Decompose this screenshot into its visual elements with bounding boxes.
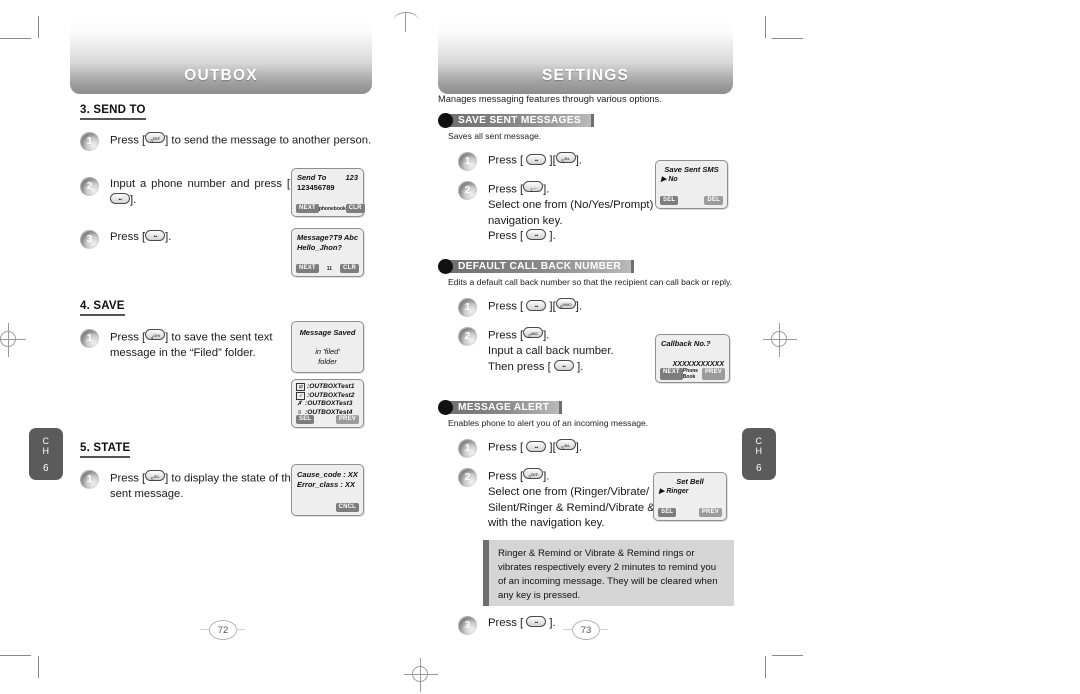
section-title: SAVE SENT MESSAGES bbox=[446, 114, 594, 127]
bullet-dot-icon bbox=[438, 400, 453, 415]
step-bullet: 1 bbox=[458, 439, 477, 458]
key-ok-icon: ·· bbox=[526, 299, 547, 311]
step-dcbn-2: 2 Press [2ABC]. Input a call back number… bbox=[458, 327, 683, 375]
section-description: Edits a default call back number so that… bbox=[448, 277, 733, 287]
step-dcbn-1: 1 Press [ ·· ][6MNO]. bbox=[458, 298, 738, 317]
chapter-tab-right-number: 6 bbox=[756, 463, 762, 474]
key-5-jkl-icon: 5JKL bbox=[555, 439, 576, 451]
section-header-save-sent-messages: SAVE SENT MESSAGES bbox=[438, 113, 738, 128]
right-page: C H 6 SETTINGS Manages messaging feature… bbox=[0, 0, 1080, 694]
key-ok-icon: ·· bbox=[526, 229, 547, 241]
softkey-del[interactable]: DEL bbox=[704, 196, 723, 205]
section-header-default-call-back-number: DEFAULT CALL BACK NUMBER bbox=[438, 259, 738, 274]
lcd-setbell-title: Set Bell bbox=[676, 477, 704, 486]
manual-page-spread: C H 6 OUTBOX 3. SEND TO 1 Press [3DEF] t… bbox=[0, 0, 1080, 694]
section-description: Saves all sent message. bbox=[448, 131, 542, 141]
key-ok-icon: ·· bbox=[553, 359, 574, 371]
section-description: Enables phone to alert you of an incomin… bbox=[448, 418, 649, 428]
softkey-prev[interactable]: PREV bbox=[698, 508, 722, 517]
lcd-sss-selected: ▶ No bbox=[661, 176, 678, 183]
softkey-prev[interactable]: PREV bbox=[701, 368, 725, 380]
bullet-dot-icon bbox=[438, 113, 453, 128]
lcd-save-sent-sms-screen: Save Sent SMS ▶ No SEL DEL bbox=[655, 160, 728, 209]
step-bullet: 1 bbox=[458, 152, 477, 171]
step-ma-3: 3 Press [ ·· ]. bbox=[458, 616, 556, 635]
key-ok-icon: ·· bbox=[526, 440, 547, 452]
softkey-sel[interactable]: SEL bbox=[658, 508, 677, 517]
key-3-def-icon: 3DEF bbox=[523, 468, 544, 480]
page-number-right: 73 bbox=[572, 620, 600, 640]
step-bullet: 2 bbox=[458, 327, 477, 347]
settings-banner: SETTINGS bbox=[438, 18, 733, 94]
key-1-icon: 1— bbox=[523, 181, 544, 193]
bullet-dot-icon bbox=[438, 259, 453, 274]
step-ma-1: 1 Press [ ·· ][5JKL]. bbox=[458, 439, 738, 458]
page-number-wing-left bbox=[563, 629, 572, 630]
chapter-tab-right-line2: H bbox=[755, 445, 763, 456]
step-bullet: 2 bbox=[458, 468, 477, 488]
section-title: DEFAULT CALL BACK NUMBER bbox=[446, 260, 635, 273]
note-box: Ringer & Remind or Vibrate & Remind ring… bbox=[483, 540, 734, 606]
softkey-next[interactable]: NEXT bbox=[660, 368, 683, 380]
lcd-callback-title: Callback No.? bbox=[661, 339, 711, 348]
lcd-sss-title: Save Sent SMS bbox=[664, 165, 719, 174]
key-2-abc-icon: 2ABC bbox=[523, 327, 544, 339]
softkey-sel[interactable]: SEL bbox=[660, 196, 679, 205]
softkey-phonebook-label: Phone Book bbox=[682, 368, 699, 380]
step-bullet: 3 bbox=[458, 616, 477, 635]
key-ok-icon: ·· bbox=[526, 616, 547, 627]
settings-banner-title: SETTINGS bbox=[541, 67, 630, 84]
step-bullet: 1 bbox=[458, 298, 477, 317]
key-5-jkl-icon: 5JKL bbox=[555, 152, 576, 164]
chapter-tab-right-line1: C bbox=[755, 436, 763, 446]
section-header-message-alert: MESSAGE ALERT bbox=[438, 400, 738, 415]
key-ok-icon: ·· bbox=[526, 153, 547, 165]
lcd-set-bell-screen: Set Bell ▶ Ringer SEL PREV bbox=[653, 472, 727, 521]
lcd-callback-number-screen: Callback No.? XXXXXXXXXXX NEXT Phone Boo… bbox=[655, 334, 730, 383]
key-6-mno-icon: 6MNO bbox=[555, 298, 576, 310]
chapter-tab-right: C H 6 bbox=[742, 428, 776, 480]
section-title: MESSAGE ALERT bbox=[446, 401, 563, 414]
lcd-setbell-selected: ▶ Ringer bbox=[659, 488, 689, 495]
page-number-wing-right bbox=[599, 629, 608, 630]
step-bullet: 2 bbox=[458, 181, 477, 201]
settings-intro: Manages messaging features through vario… bbox=[438, 94, 662, 104]
